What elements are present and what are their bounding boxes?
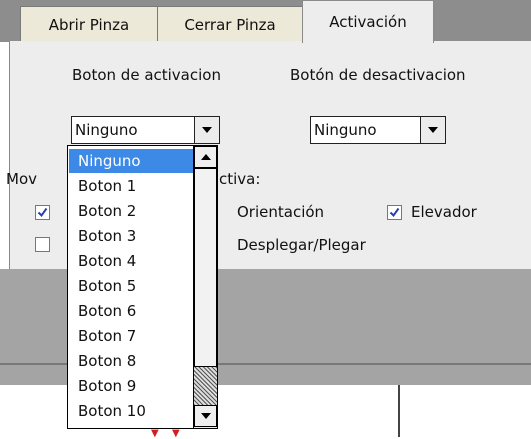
dropdown-option[interactable]: Boton 7	[69, 324, 194, 348]
scrollbar-thumb[interactable]	[194, 168, 217, 367]
scrollbar-track[interactable]	[194, 367, 217, 405]
tab-label: Abrir Pinza	[48, 15, 130, 34]
dropdown-option[interactable]: Boton 10	[69, 399, 194, 423]
hidden-checkbox-2[interactable]	[35, 237, 50, 252]
dropdown-option[interactable]: Ninguno	[69, 149, 194, 173]
movement-label: Mov	[6, 170, 37, 188]
dropdown-option[interactable]: Boton 5	[69, 274, 194, 298]
dropdown-option[interactable]: Boton 6	[69, 299, 194, 323]
dropdown-option[interactable]: Boton 8	[69, 349, 194, 373]
chevron-down-icon[interactable]	[420, 117, 445, 143]
chevron-down-icon[interactable]	[194, 117, 219, 143]
tab-cerrar-pinza[interactable]: Cerrar Pinza	[157, 6, 303, 42]
tab-label: Cerrar Pinza	[184, 15, 276, 34]
combo-value: Ninguno	[75, 121, 138, 139]
deactivation-button-combo[interactable]: Ninguno	[310, 116, 446, 144]
tab-activacion[interactable]: Activación	[302, 0, 434, 43]
scrollbar[interactable]	[193, 146, 217, 428]
hidden-checkbox-1[interactable]	[35, 205, 50, 220]
activation-button-dropdown-list[interactable]: Ninguno Boton 1 Boton 2 Boton 3 Boton 4 …	[67, 145, 218, 429]
checkbox-label-desplegar: Desplegar/Plegar	[237, 236, 366, 254]
scroll-up-button[interactable]	[194, 146, 217, 168]
checkbox-elevador[interactable]	[387, 205, 402, 220]
activation-button-combo[interactable]: Ninguno	[71, 116, 220, 144]
tab-abrir-pinza[interactable]: Abrir Pinza	[20, 6, 158, 42]
red-mark-icon: ▼	[172, 428, 180, 439]
dropdown-option[interactable]: Boton 2	[69, 199, 194, 223]
combo-value: Ninguno	[314, 121, 377, 139]
chevron-up-icon	[200, 154, 211, 160]
activation-button-label: Boton de activacion	[72, 66, 221, 84]
scroll-down-button[interactable]	[194, 405, 217, 427]
deactivation-button-label: Botón de desactivacion	[290, 66, 466, 84]
tab-label: Activación	[329, 13, 407, 31]
checkbox-label-elevador: Elevador	[411, 203, 477, 221]
dropdown-option[interactable]: Boton 1	[69, 174, 194, 198]
movement-label-tail: ctiva:	[219, 170, 261, 188]
checkbox-label-orientacion: Orientación	[237, 203, 325, 221]
chevron-down-icon	[200, 413, 211, 419]
red-mark-icon: ▼	[151, 428, 159, 439]
dropdown-option[interactable]: Boton 3	[69, 224, 194, 248]
dropdown-option[interactable]: Boton 9	[69, 374, 194, 398]
tab-strip: Abrir Pinza Cerrar Pinza Activación	[0, 0, 531, 43]
dropdown-option[interactable]: Boton 4	[69, 249, 194, 273]
